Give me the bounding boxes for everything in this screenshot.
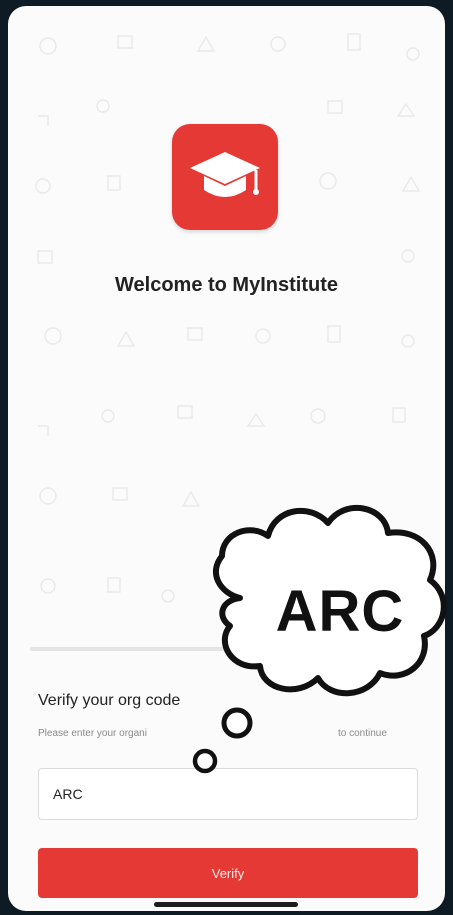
home-indicator bbox=[154, 902, 298, 907]
welcome-title: Welcome to MyInstitute bbox=[115, 274, 338, 296]
verify-title: Verify your org code bbox=[38, 692, 181, 709]
verify-subtitle-start: Please enter your organi bbox=[38, 728, 147, 739]
verify-subtitle: Please enter your organi to continue bbox=[38, 728, 387, 739]
graduation-cap-icon bbox=[190, 152, 260, 197]
app-logo bbox=[172, 124, 278, 230]
verify-button[interactable]: Verify bbox=[38, 848, 418, 898]
thought-bubble-text: ARC bbox=[275, 579, 405, 644]
